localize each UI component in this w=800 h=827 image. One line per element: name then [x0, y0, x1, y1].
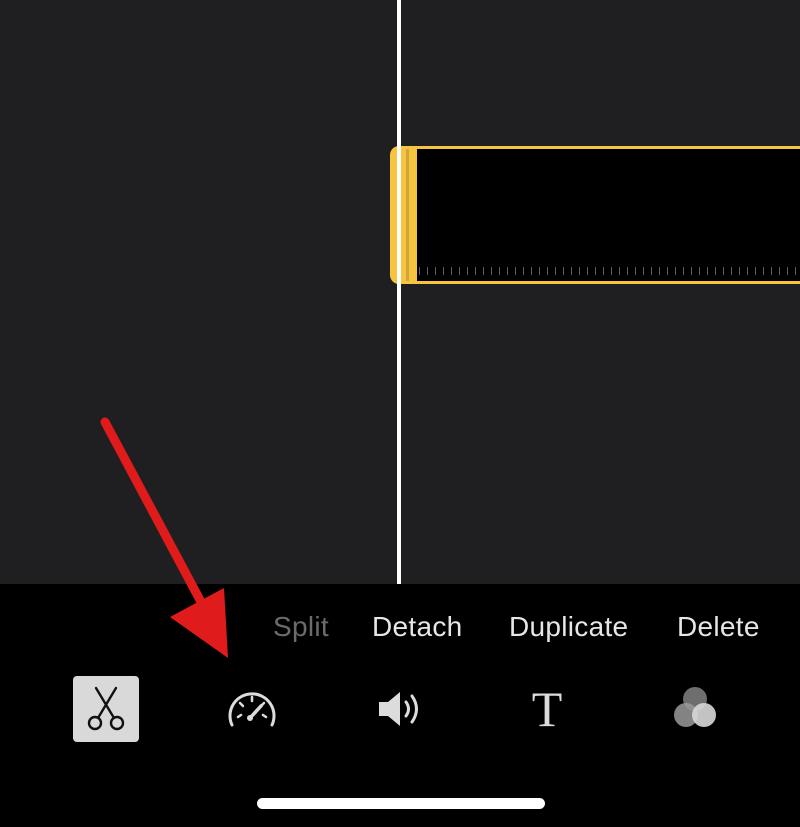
volume-tool-button[interactable]: [367, 676, 433, 742]
timeline-area[interactable]: [0, 0, 800, 584]
delete-button[interactable]: Delete: [677, 605, 760, 649]
filters-tool-button[interactable]: [663, 676, 729, 742]
speaker-icon: [379, 692, 418, 726]
duplicate-button[interactable]: Duplicate: [509, 605, 628, 649]
actions-tool-button[interactable]: [73, 676, 139, 742]
scissors-icon: [87, 686, 125, 731]
home-indicator[interactable]: [257, 798, 545, 809]
imovie-editor-screen: Split Detach Duplicate Delete T: [0, 0, 800, 827]
selected-video-clip[interactable]: [390, 146, 800, 284]
text-icon: T: [531, 681, 563, 737]
clip-trim-handle-grip: [406, 149, 409, 281]
clip-audio-ticks: [419, 267, 800, 275]
filters-circles-icon: [674, 687, 716, 727]
playhead: [397, 0, 401, 584]
clip-actions-row: Split Detach Duplicate Delete: [0, 605, 800, 651]
split-button[interactable]: Split: [273, 605, 329, 649]
speedometer-icon: [228, 692, 276, 727]
detach-button[interactable]: Detach: [372, 605, 463, 649]
titles-tool-button[interactable]: T: [514, 676, 580, 742]
inspector-toolbar: T: [0, 676, 800, 746]
speed-tool-button[interactable]: [219, 676, 285, 742]
